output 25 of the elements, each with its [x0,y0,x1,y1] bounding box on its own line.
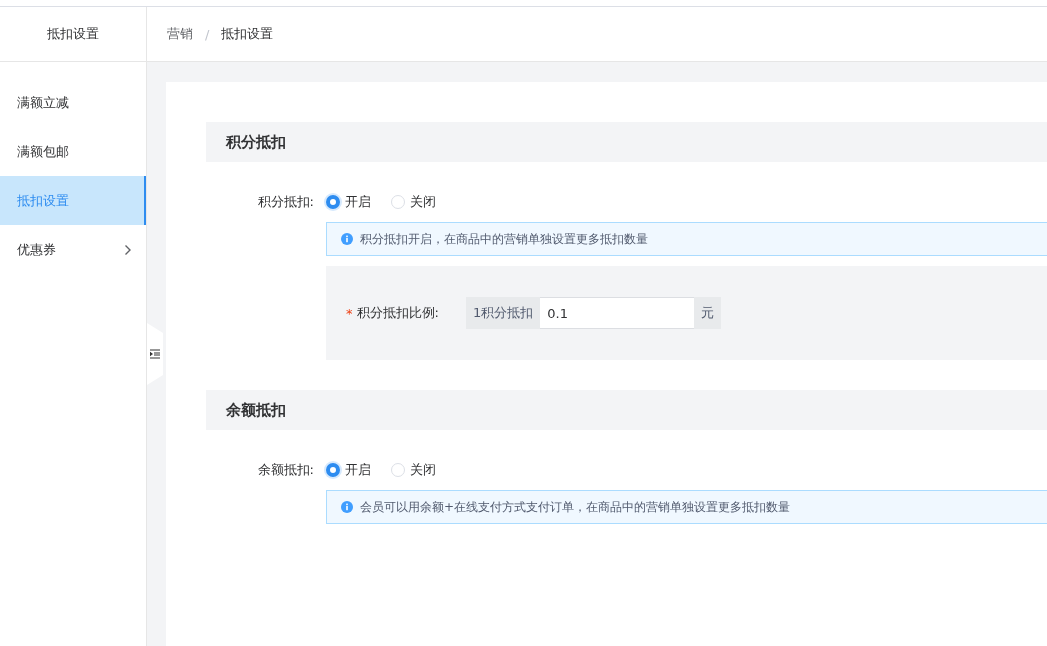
radio-option[interactable]: 关闭 [391,461,436,479]
required-mark: * [346,305,353,321]
field-label: 积分抵扣: [256,193,315,211]
sidebar-item[interactable]: 满额立减 [0,78,146,127]
info-text: 会员可以用余额+在线支付方式支付订单，在商品中的营销单独设置更多抵扣数量 [360,498,791,516]
field-label: * 积分抵扣比例: [346,304,440,322]
info-text: 积分抵扣开启，在商品中的营销单独设置更多抵扣数量 [360,230,648,248]
list-indent-icon [150,349,160,359]
ratio-input-field[interactable]: 0.1 [540,297,695,329]
info-icon [341,233,353,245]
sidebar-item[interactable]: 优惠券 [0,225,146,274]
breadcrumb-separator: / [205,26,210,42]
info-icon [341,501,353,513]
sidebar-item[interactable]: 满额包邮 [0,127,146,176]
sidebar-title: 抵扣设置 [0,7,146,62]
radio-option[interactable]: 开启 [326,193,371,211]
radio-option[interactable]: 关闭 [391,193,436,211]
section-header: 余额抵扣 [206,390,1047,430]
field-label: 余额抵扣: [256,461,315,479]
input-suffix: 元 [694,297,722,329]
breadcrumb-item[interactable]: 营销 [167,25,193,43]
breadcrumb-item: 抵扣设置 [221,25,274,43]
input-prefix: 1积分抵扣 [466,297,541,329]
radio-option[interactable]: 开启 [326,461,371,479]
section-header: 积分抵扣 [206,122,1047,162]
